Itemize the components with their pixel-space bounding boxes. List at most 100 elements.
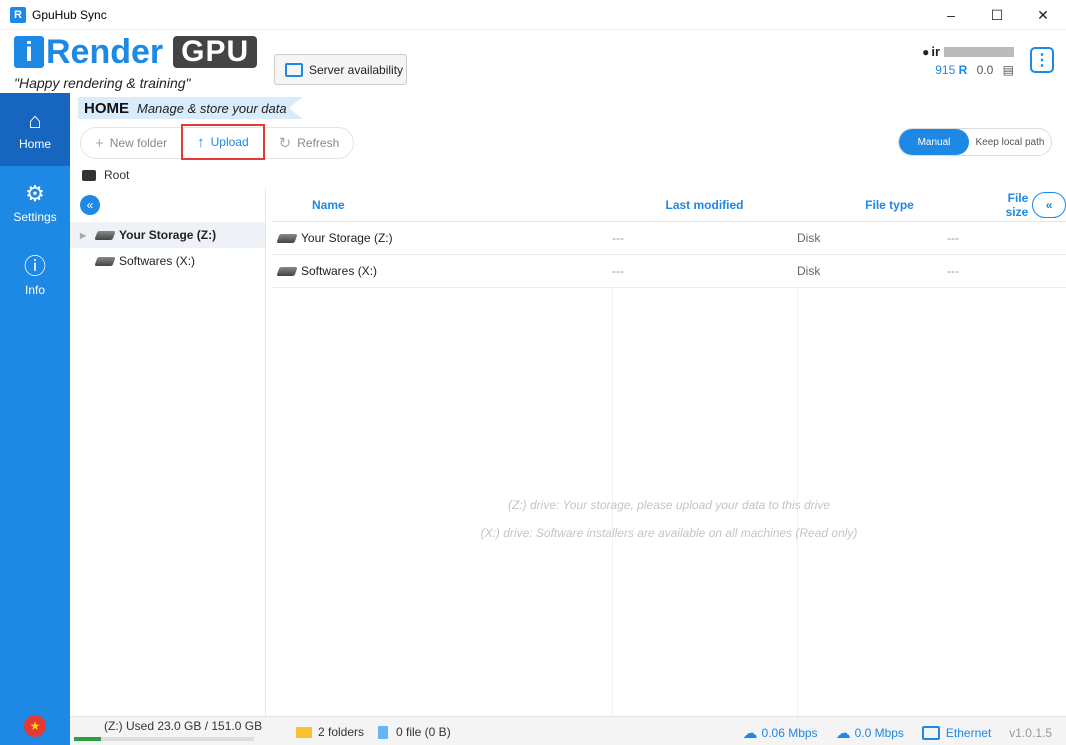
- app-logo-icon: R: [10, 6, 26, 23]
- collapse-tree-button[interactable]: «: [80, 195, 100, 215]
- credit-symbol: R: [958, 63, 968, 77]
- sidebar-item-info[interactable]: ⓘ Info: [0, 239, 70, 312]
- tree-item-your-storage[interactable]: ▶ Your Storage (Z:): [70, 222, 265, 248]
- drive-icon: [94, 256, 116, 266]
- root-label: Root: [104, 168, 130, 182]
- sidebar-item-label: Settings: [13, 209, 57, 224]
- info-icon: ⓘ: [23, 253, 46, 279]
- sidebar: ⌂ Home ⚙ Settings ⓘ Info ★: [0, 93, 70, 745]
- user-name: ir: [931, 44, 940, 59]
- row-modified: ---: [612, 264, 624, 278]
- row-name: Softwares (X:): [301, 264, 378, 278]
- close-button[interactable]: ✕: [1020, 0, 1066, 30]
- tree-item-softwares[interactable]: Softwares (X:): [70, 248, 265, 274]
- cloud-download-icon: ☁: [835, 725, 851, 742]
- column-file-size-label: File size: [1005, 190, 1029, 219]
- monitor-icon: [285, 62, 303, 77]
- refresh-label: Refresh: [297, 136, 340, 150]
- logo-gpu: GPU: [173, 36, 258, 68]
- flag-icon[interactable]: ★: [24, 715, 46, 737]
- page-title: HOME: [84, 99, 129, 117]
- tagline: "Happy rendering & training": [14, 75, 191, 91]
- folder-count-label: 2 folders: [318, 725, 365, 739]
- status-bar: (Z:) Used 23.0 GB / 151.0 GB 2 folders 0…: [70, 716, 1066, 745]
- table-header: Name Last modified File type File size «: [272, 188, 1066, 222]
- sidebar-item-home[interactable]: ⌂ Home: [0, 93, 70, 166]
- breadcrumb: HOME Manage & store your data: [70, 93, 1066, 123]
- page-subtitle: Manage & store your data: [137, 100, 287, 116]
- more-menu-button[interactable]: ⋮: [1030, 47, 1054, 73]
- drive-icon: [276, 233, 298, 243]
- folder-tree: « ▶ Your Storage (Z:) Softwares (X:): [70, 188, 266, 716]
- brand-logo: i Render GPU: [14, 33, 258, 71]
- file-icon: [378, 725, 388, 739]
- wallet-icon: ▤: [1002, 63, 1014, 77]
- row-name: Your Storage (Z:): [301, 231, 393, 245]
- refresh-button[interactable]: ↻ Refresh: [265, 128, 354, 158]
- file-table: Name Last modified File type File size «…: [272, 188, 1066, 716]
- sidebar-item-settings[interactable]: ⚙ Settings: [0, 166, 70, 239]
- refresh-icon: ↻: [278, 135, 292, 152]
- column-last-modified[interactable]: Last modified: [612, 198, 797, 212]
- keep-local-path-option[interactable]: Keep local path: [969, 129, 1051, 155]
- new-folder-label: New folder: [109, 136, 168, 150]
- manual-option[interactable]: Manual: [899, 129, 969, 155]
- download-speed: ☁ 0.0 Mbps: [836, 724, 904, 742]
- expand-arrow-icon[interactable]: ▶: [80, 231, 96, 240]
- row-type: Disk: [797, 264, 821, 278]
- tree-item-label: Softwares (X:): [119, 254, 196, 268]
- folder-icon: [296, 726, 312, 738]
- gear-icon: ⚙: [25, 180, 45, 206]
- upload-arrow-icon: ↑: [197, 133, 205, 151]
- path-mode-toggle[interactable]: Manual Keep local path: [898, 128, 1052, 156]
- row-size: ---: [947, 264, 959, 278]
- folder-count: 2 folders: [296, 725, 364, 739]
- column-file-size[interactable]: File size «: [982, 191, 1066, 219]
- download-speed-value: 0.0 Mbps: [854, 726, 904, 740]
- new-folder-button[interactable]: + New folder: [81, 128, 181, 158]
- table-row[interactable]: Softwares (X:) --- Disk ---: [272, 255, 1066, 288]
- plus-icon: +: [95, 134, 104, 152]
- storage-usage-fill: [74, 737, 102, 741]
- row-modified: ---: [612, 231, 624, 245]
- user-icon: ●: [922, 44, 930, 59]
- hint-x-drive: (X:) drive: Software installers are avai…: [480, 526, 858, 540]
- network-status: Ethernet: [921, 726, 991, 740]
- credit-amount: 915: [935, 63, 956, 77]
- sidebar-item-label: Home: [18, 136, 51, 151]
- storage-used-text: (Z:) Used 23.0 GB / 151.0 GB: [104, 719, 263, 733]
- root-breadcrumb[interactable]: Root: [82, 168, 129, 182]
- page-title-tag: HOME Manage & store your data: [78, 97, 303, 119]
- maximize-button[interactable]: ☐: [974, 0, 1020, 30]
- logo-text: Render: [46, 33, 164, 71]
- sidebar-item-label: Info: [24, 282, 45, 297]
- upload-button[interactable]: ↑ Upload: [181, 124, 265, 160]
- minimize-button[interactable]: –: [928, 0, 974, 30]
- upload-label: Upload: [210, 135, 249, 149]
- drive-icon: [94, 230, 116, 240]
- server-availability-label: Server availability: [309, 62, 404, 77]
- file-toolbar: + New folder ↑ Upload ↻ Refresh: [80, 124, 355, 160]
- window-controls: – ☐ ✕: [928, 0, 1066, 30]
- row-type: Disk: [797, 231, 821, 245]
- user-account[interactable]: ● ir 915 R 0.0 ▤: [922, 44, 1014, 77]
- upload-speed: ☁ 0.06 Mbps: [743, 724, 818, 742]
- home-icon: ⌂: [28, 107, 42, 133]
- expand-panel-button[interactable]: «: [1032, 191, 1066, 218]
- column-file-type[interactable]: File type: [797, 198, 982, 212]
- table-row[interactable]: Your Storage (Z:) --- Disk ---: [272, 222, 1066, 255]
- title-bar: R GpuHub Sync – ☐ ✕: [0, 0, 1066, 30]
- hint-z-drive: (Z:) drive: Your storage, please upload …: [508, 498, 830, 512]
- logo-i-mark: i: [14, 36, 44, 68]
- balance-amount: 0.0: [976, 63, 994, 77]
- column-name[interactable]: Name: [272, 198, 612, 212]
- file-count-label: 0 file (0 B): [396, 725, 451, 739]
- window-title: GpuHub Sync: [32, 7, 107, 22]
- drive-icon: [276, 266, 298, 276]
- redacted-username: [944, 46, 1014, 57]
- server-availability-button[interactable]: Server availability: [274, 54, 407, 85]
- cloud-upload-icon: ☁: [742, 725, 758, 742]
- root-drive-icon: [82, 169, 96, 181]
- tree-item-label: Your Storage (Z:): [119, 228, 217, 242]
- row-size: ---: [947, 231, 959, 245]
